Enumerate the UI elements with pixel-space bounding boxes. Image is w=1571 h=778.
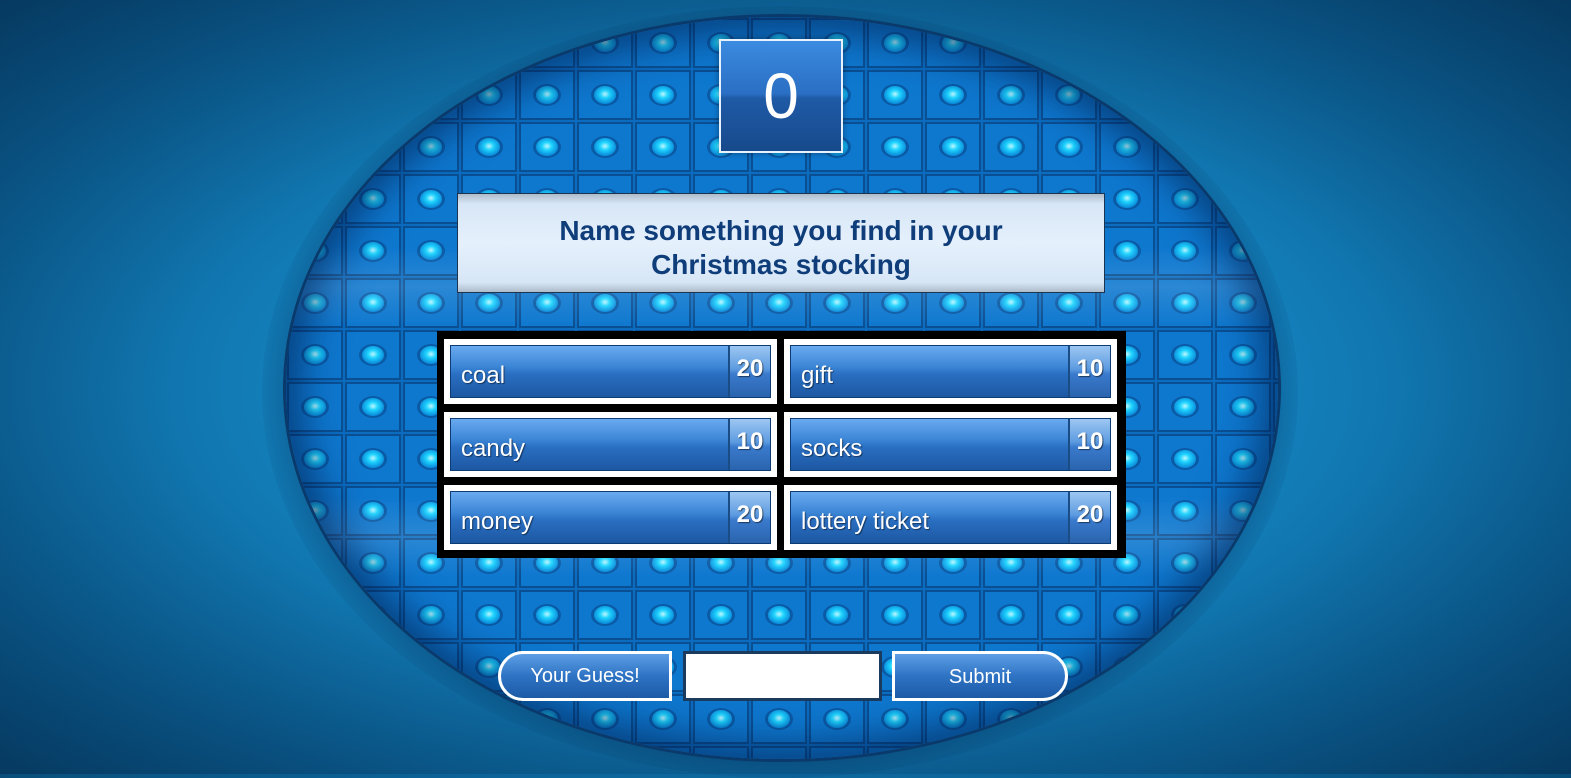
answer-tile-6[interactable]: lottery ticket 20 (784, 485, 1117, 550)
answer-text: lottery ticket (801, 508, 930, 535)
answer-tile-3[interactable]: candy 10 (444, 412, 777, 477)
answer-tile-face: candy 10 (450, 418, 771, 471)
score-display: 0 (719, 39, 843, 153)
answer-text: socks (801, 435, 863, 462)
answer-tile-4[interactable]: socks 10 (784, 412, 1117, 477)
answer-tile-face: money 20 (450, 491, 771, 544)
answer-tile-1[interactable]: coal 20 (444, 339, 777, 404)
answer-text: gift (801, 362, 834, 389)
answer-tile-5[interactable]: money 20 (444, 485, 777, 550)
answer-points: 10 (1068, 346, 1110, 397)
answer-tile-face: gift 10 (790, 345, 1111, 398)
answer-points: 20 (728, 346, 770, 397)
answer-tile-face: coal 20 (450, 345, 771, 398)
answer-text: coal (461, 362, 506, 389)
answer-tile-2[interactable]: gift 10 (784, 339, 1117, 404)
guess-input[interactable] (683, 651, 882, 701)
answer-text: candy (461, 435, 526, 462)
answer-points: 20 (1068, 492, 1110, 543)
answer-tile-face: socks 10 (790, 418, 1111, 471)
answer-points: 10 (1068, 419, 1110, 470)
answer-tile-face: lottery ticket 20 (790, 491, 1111, 544)
question-text: Name something you find in your Christma… (559, 215, 1003, 280)
answer-points: 20 (728, 492, 770, 543)
answer-board: coal 20 gift 10 candy 10 socks 10 money … (437, 331, 1126, 558)
answer-points: 10 (728, 419, 770, 470)
score-value: 0 (763, 60, 799, 132)
submit-button[interactable]: Submit (892, 651, 1068, 701)
answer-text: money (461, 508, 534, 535)
guess-label-text: Your Guess! (530, 664, 640, 687)
guess-label: Your Guess! (498, 651, 672, 701)
question-panel: Name something you find in your Christma… (457, 193, 1105, 293)
